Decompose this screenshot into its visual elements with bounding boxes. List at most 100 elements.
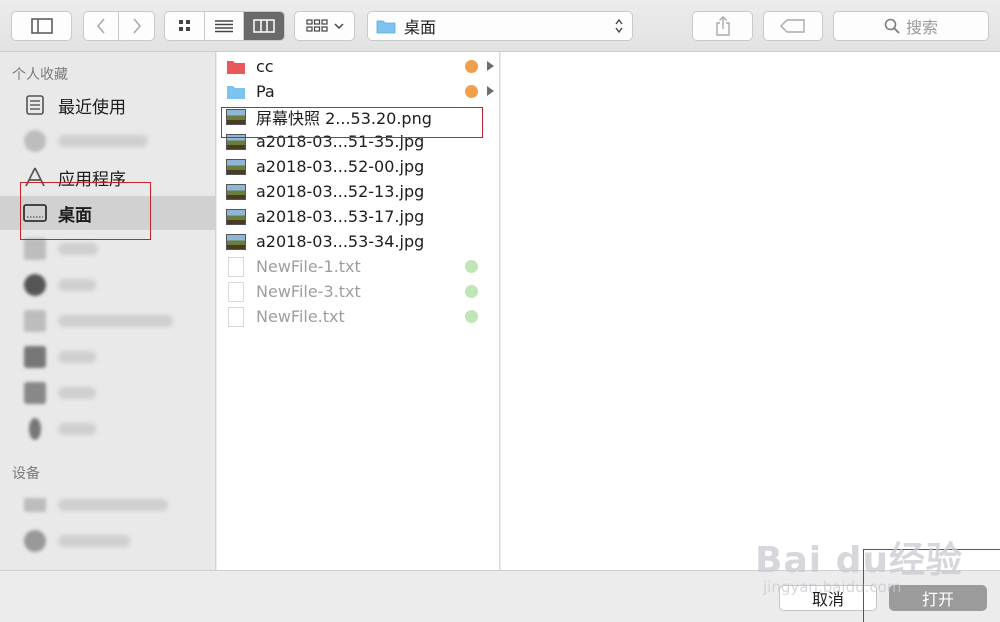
- file-name: NewFile-1.txt: [256, 257, 361, 276]
- file-name: Pa: [256, 82, 275, 101]
- search-field[interactable]: 搜索: [833, 11, 989, 41]
- blurred-label: [58, 423, 96, 435]
- text-file-icon: [228, 281, 244, 302]
- tag-icon: [780, 19, 805, 33]
- sidebar-item-disk[interactable]: [0, 524, 216, 558]
- sidebar-item-music[interactable]: [0, 412, 216, 446]
- search-placeholder: 搜索: [905, 18, 938, 37]
- sidebar-toggle-icon: [30, 18, 53, 34]
- forward-button[interactable]: [119, 12, 154, 40]
- favorites-header: 个人收藏: [12, 67, 68, 83]
- folder-icon: [227, 85, 245, 99]
- sidebar-item-label: 最近使用: [58, 97, 126, 118]
- location-popup[interactable]: 桌面: [367, 11, 633, 41]
- sidebar-item-home[interactable]: [0, 304, 216, 338]
- baidu-watermark: Bai du经验 jingyan.baidu.com: [755, 515, 985, 605]
- file-row-image[interactable]: a2018-03...52-13.jpg: [217, 179, 500, 204]
- annotation-box-desktop: [20, 182, 151, 240]
- disclosure-arrow-icon: [487, 61, 494, 71]
- share-button[interactable]: [692, 11, 753, 41]
- image-thumbnail-icon: [226, 233, 246, 250]
- image-thumbnail-icon: [226, 158, 246, 175]
- watermark-url: jingyan.baidu.com: [763, 578, 902, 596]
- search-icon: [884, 18, 900, 34]
- file-row-cc[interactable]: cc: [217, 54, 500, 79]
- image-thumbnail-icon: [226, 208, 246, 225]
- image-thumbnail-icon: [226, 183, 246, 200]
- chevron-down-icon: [333, 23, 344, 30]
- file-name: a2018-03...53-17.jpg: [256, 207, 425, 226]
- green-tag: [465, 260, 478, 273]
- blurred-label: [58, 351, 96, 363]
- back-button[interactable]: [84, 12, 119, 40]
- sidebar-item-recents[interactable]: 最近使用: [0, 88, 216, 122]
- orange-tag: [465, 60, 478, 73]
- file-row-image[interactable]: a2018-03...53-17.jpg: [217, 204, 500, 229]
- sidebar-toggle-button[interactable]: [11, 11, 72, 41]
- chevron-left-icon: [96, 18, 105, 34]
- movies-icon: [22, 380, 48, 406]
- navigation-group: [83, 11, 155, 41]
- share-icon: [715, 16, 730, 36]
- file-name: a2018-03...52-13.jpg: [256, 182, 425, 201]
- annotation-box-file: [221, 107, 483, 138]
- view-mode-group: [164, 11, 285, 41]
- text-file-icon: [228, 256, 244, 277]
- blurred-label: [58, 315, 173, 327]
- orange-tag: [465, 85, 478, 98]
- group-by-button[interactable]: [294, 11, 355, 41]
- recents-icon: [22, 92, 48, 118]
- sidebar-item-icloud[interactable]: [0, 124, 216, 158]
- blurred-label: [58, 279, 96, 291]
- green-tag: [465, 310, 478, 323]
- preview-column: [501, 52, 1000, 570]
- icloud-icon: [22, 128, 48, 154]
- location-label: 桌面: [404, 18, 437, 37]
- pictures-icon: [22, 344, 48, 370]
- chevron-right-icon: [132, 18, 141, 34]
- green-tag: [465, 285, 478, 298]
- blurred-label: [58, 135, 148, 147]
- list-view-button[interactable]: [205, 12, 244, 40]
- sidebar: 个人收藏 最近使用 应用程序 桌面 设备: [0, 52, 216, 570]
- toolbar: 桌面 搜索: [0, 0, 1000, 52]
- file-row-text[interactable]: NewFile-1.txt: [217, 254, 500, 279]
- file-row-text[interactable]: NewFile.txt: [217, 304, 500, 329]
- file-row-text[interactable]: NewFile-3.txt: [217, 279, 500, 304]
- blurred-label: [58, 387, 96, 399]
- file-name: a2018-03...53-34.jpg: [256, 232, 425, 251]
- tag-button[interactable]: [763, 11, 823, 41]
- blurred-label: [58, 499, 168, 511]
- devices-header: 设备: [12, 466, 40, 482]
- file-name: NewFile.txt: [256, 307, 345, 326]
- blurred-label: [58, 243, 98, 255]
- file-row-pa[interactable]: Pa: [217, 79, 500, 104]
- sidebar-item-movies[interactable]: [0, 376, 216, 410]
- downloads-icon: [22, 272, 48, 298]
- group-icon: [305, 19, 328, 32]
- laptop-icon: [22, 492, 48, 518]
- file-name: NewFile-3.txt: [256, 282, 361, 301]
- file-name: cc: [256, 57, 274, 76]
- file-row-image[interactable]: a2018-03...52-00.jpg: [217, 154, 500, 179]
- home-icon: [22, 308, 48, 334]
- file-name: a2018-03...52-00.jpg: [256, 157, 425, 176]
- column-view-icon: [253, 19, 275, 33]
- disk-icon: [22, 528, 48, 554]
- watermark-main: Bai du经验: [755, 540, 964, 581]
- blurred-label: [58, 535, 130, 547]
- up-down-arrows-icon: [615, 18, 623, 34]
- sidebar-item-downloads[interactable]: [0, 268, 216, 302]
- column-view-button[interactable]: [244, 12, 284, 40]
- text-file-icon: [228, 306, 244, 327]
- disclosure-arrow-icon: [487, 86, 494, 96]
- folder-icon: [227, 60, 245, 74]
- sidebar-item-laptop[interactable]: [0, 488, 216, 522]
- sidebar-item-pictures[interactable]: [0, 340, 216, 374]
- file-row-image[interactable]: a2018-03...53-34.jpg: [217, 229, 500, 254]
- music-icon: [22, 416, 48, 442]
- list-view-icon: [215, 20, 233, 33]
- icon-view-button[interactable]: [165, 12, 205, 40]
- grid-view-icon: [178, 20, 190, 31]
- folder-icon: [376, 20, 396, 34]
